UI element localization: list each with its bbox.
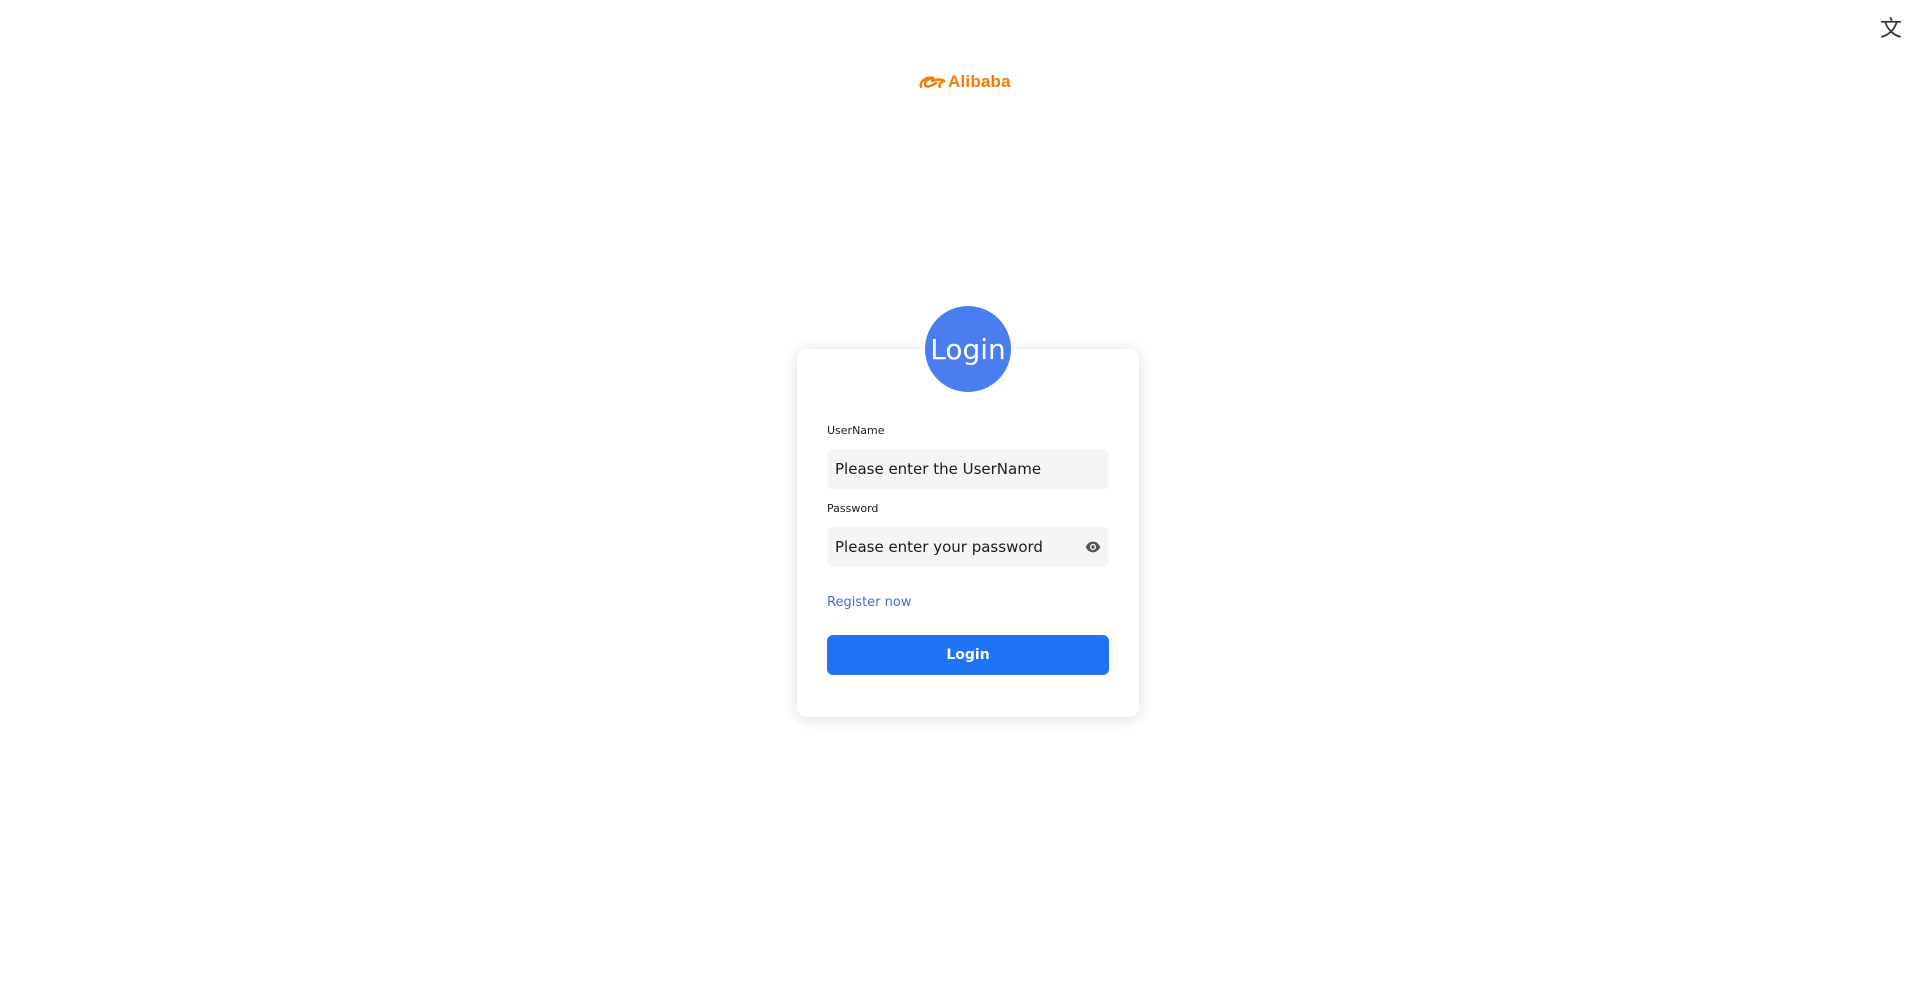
- register-link[interactable]: Register now: [827, 595, 911, 610]
- alibaba-logo: Alibaba: [918, 68, 1022, 96]
- password-field: [827, 527, 1109, 567]
- login-card: UserName Password Register now Login: [797, 349, 1139, 717]
- login-badge: Login: [925, 306, 1011, 392]
- password-label: Password: [827, 502, 879, 515]
- login-page: 文 Alibaba Login UserName Password Regist…: [0, 0, 1920, 993]
- translate-icon[interactable]: 文: [1878, 14, 1904, 42]
- eye-icon[interactable]: [1085, 539, 1101, 555]
- username-label: UserName: [827, 424, 885, 437]
- logo-text: Alibaba: [948, 72, 1011, 91]
- username-field: [827, 449, 1109, 489]
- translate-glyph: 文: [1879, 17, 1902, 42]
- username-input[interactable]: [827, 449, 1109, 489]
- login-button[interactable]: Login: [827, 635, 1109, 675]
- alibaba-logo-icon: [919, 76, 946, 89]
- password-input[interactable]: [827, 527, 1109, 567]
